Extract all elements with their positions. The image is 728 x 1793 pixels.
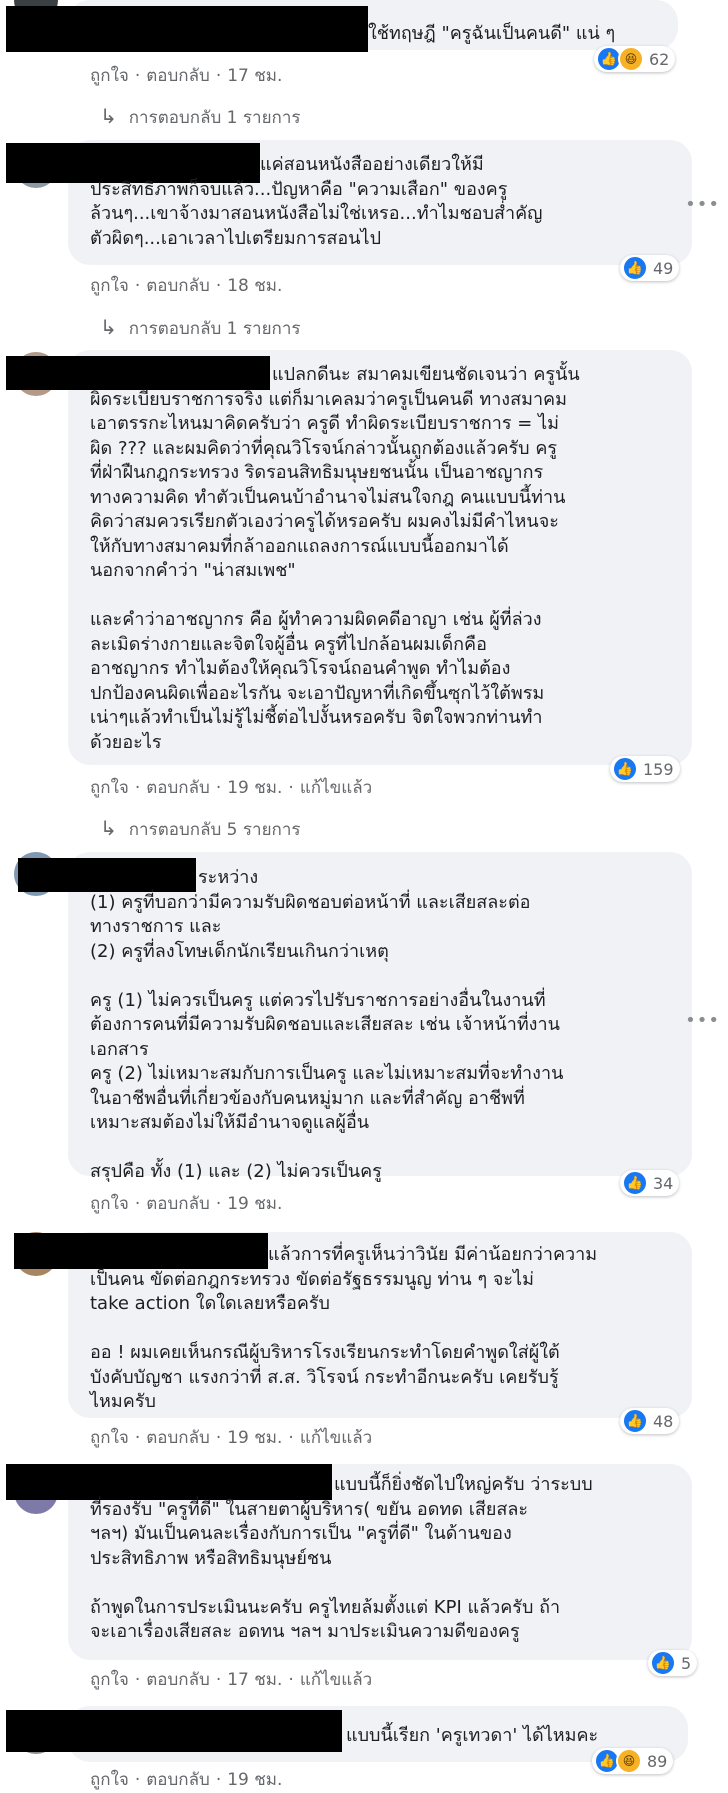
reaction-summary[interactable]: 👍 159 — [610, 756, 680, 782]
redacted-author-name — [6, 6, 368, 52]
comment-actions: ถูกใจ · ตอบกลับ · 17 ชม. · แก้ไขแล้ว — [90, 1670, 373, 1690]
edited-label[interactable]: แก้ไขแล้ว — [300, 1670, 372, 1690]
reaction-count: 159 — [643, 759, 674, 779]
comment-actions: ถูกใจ · ตอบกลับ · 19 ชม. · แก้ไขแล้ว — [90, 1428, 373, 1448]
replies-count: การตอบกลับ 1 รายการ — [128, 319, 301, 339]
reply-arrow-icon: ↳ — [100, 104, 117, 128]
timestamp[interactable]: 17 ชม. — [227, 1670, 282, 1690]
reply-link[interactable]: ตอบกลับ — [146, 1194, 210, 1214]
comment-actions: ถูกใจ · ตอบกลับ · 19 ชม. · แก้ไขแล้ว — [90, 778, 373, 798]
reaction-summary[interactable]: 👍 😆 62 — [594, 46, 676, 72]
more-options-icon[interactable]: ••• — [685, 1010, 720, 1031]
timestamp[interactable]: 19 ชม. — [227, 1770, 282, 1790]
like-icon: 👍 — [650, 1650, 676, 1676]
like-link[interactable]: ถูกใจ — [90, 66, 129, 86]
comment-actions: ถูกใจ · ตอบกลับ · 19 ชม. — [90, 1194, 283, 1214]
comment-text: แบบนี้เรียก 'ครูเทวดา' ได้ไหมคะ — [346, 1725, 599, 1746]
comment-text: ใช้ทฤษฎี "ครูฉันเป็นคนดี" แน่ ๆ — [368, 23, 616, 44]
replies-count: การตอบกลับ 5 รายการ — [128, 820, 301, 840]
reaction-count: 89 — [647, 1751, 668, 1771]
comment-actions: ถูกใจ · ตอบกลับ · 17 ชม. — [90, 66, 283, 86]
reply-link[interactable]: ตอบกลับ — [146, 1428, 210, 1448]
comment-text: ระหว่าง (1) ครูที่บอกว่ามีความรับผิดชอบต… — [90, 867, 564, 1182]
timestamp[interactable]: 18 ชม. — [227, 276, 282, 296]
view-replies-link[interactable]: ↳ การตอบกลับ 1 รายการ — [100, 104, 301, 131]
reply-arrow-icon: ↳ — [100, 315, 117, 339]
like-link[interactable]: ถูกใจ — [90, 778, 129, 798]
reply-link[interactable]: ตอบกลับ — [146, 778, 210, 798]
edited-label[interactable]: แก้ไขแล้ว — [300, 1428, 372, 1448]
comment-text: แบบนี้ก็ยิ่งชัดไปใหญ่ครับ ว่าระบบ ที่รอง… — [90, 1474, 593, 1642]
reaction-summary[interactable]: 👍 😆 89 — [592, 1748, 674, 1774]
replies-count: การตอบกลับ 1 รายการ — [128, 108, 301, 128]
reaction-summary[interactable]: 👍 48 — [620, 1408, 680, 1434]
timestamp[interactable]: 19 ชม. — [227, 778, 282, 798]
like-icon: 👍 — [622, 1170, 648, 1196]
reaction-summary[interactable]: 👍 49 — [620, 255, 680, 281]
reply-link[interactable]: ตอบกลับ — [146, 276, 210, 296]
like-link[interactable]: ถูกใจ — [90, 1428, 129, 1448]
reply-link[interactable]: ตอบกลับ — [146, 66, 210, 86]
like-link[interactable]: ถูกใจ — [90, 1670, 129, 1690]
reaction-count: 34 — [653, 1173, 674, 1193]
view-replies-link[interactable]: ↳ การตอบกลับ 1 รายการ — [100, 315, 301, 342]
like-icon: 👍 — [622, 1408, 648, 1434]
more-options-icon[interactable]: ••• — [685, 194, 720, 215]
reaction-count: 49 — [653, 258, 674, 278]
timestamp[interactable]: 19 ชม. — [227, 1428, 282, 1448]
comment-text: แล้วการที่ครูเห็นว่าวินัย มีค่าน้อยกว่าค… — [90, 1244, 598, 1412]
timestamp[interactable]: 17 ชม. — [227, 66, 282, 86]
reply-link[interactable]: ตอบกลับ — [146, 1670, 210, 1690]
reply-link[interactable]: ตอบกลับ — [146, 1770, 210, 1790]
reaction-summary[interactable]: 👍 5 — [648, 1650, 698, 1676]
reaction-summary[interactable]: 👍 34 — [620, 1170, 680, 1196]
reaction-count: 62 — [649, 49, 670, 69]
comment-actions: ถูกใจ · ตอบกลับ · 19 ชม. — [90, 1770, 283, 1790]
like-icon: 👍 — [622, 255, 648, 281]
view-replies-link[interactable]: ↳ การตอบกลับ 5 รายการ — [100, 816, 301, 843]
reaction-count: 48 — [653, 1411, 674, 1431]
like-link[interactable]: ถูกใจ — [90, 276, 129, 296]
like-icon: 👍 — [612, 756, 638, 782]
comment-actions: ถูกใจ · ตอบกลับ · 18 ชม. — [90, 276, 283, 296]
reply-arrow-icon: ↳ — [100, 816, 117, 840]
edited-label[interactable]: แก้ไขแล้ว — [300, 778, 372, 798]
like-link[interactable]: ถูกใจ — [90, 1770, 129, 1790]
timestamp[interactable]: 19 ชม. — [227, 1194, 282, 1214]
haha-icon: 😆 — [618, 46, 644, 72]
like-link[interactable]: ถูกใจ — [90, 1194, 129, 1214]
redacted-author-name — [6, 1710, 342, 1752]
haha-icon: 😆 — [616, 1748, 642, 1774]
reaction-count: 5 — [681, 1653, 692, 1673]
comment-text: แค่สอนหนังสืออย่างเดียวให้มี ประสิทธิภาพ… — [90, 154, 543, 249]
comment-text: แปลกดีนะ สมาคมเขียนชัดเจนว่า ครูนั้น ผิด… — [90, 364, 580, 753]
